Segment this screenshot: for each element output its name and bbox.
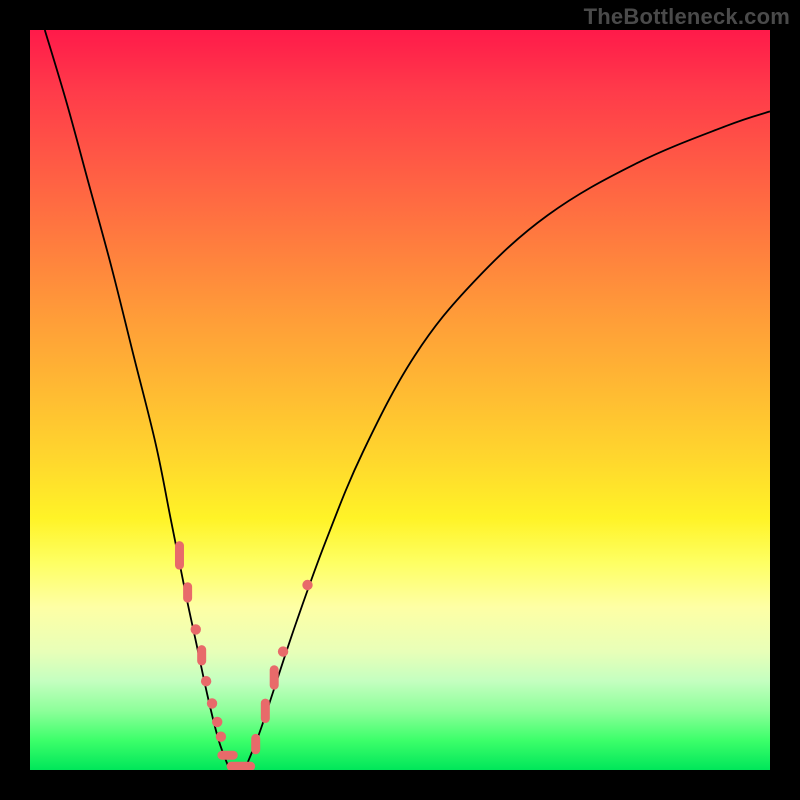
marker-pill bbox=[197, 645, 206, 665]
marker-pill bbox=[227, 762, 255, 770]
chart-svg bbox=[30, 30, 770, 770]
marker-pill bbox=[183, 582, 192, 602]
chart-frame: TheBottleneck.com bbox=[0, 0, 800, 800]
marker-pill bbox=[270, 665, 279, 689]
plot-area bbox=[30, 30, 770, 770]
curve-right_branch bbox=[245, 111, 770, 770]
marker-dot bbox=[207, 698, 217, 708]
curve-layer bbox=[45, 30, 770, 770]
marker-dot bbox=[216, 732, 226, 742]
marker-pill bbox=[251, 734, 260, 754]
marker-pill bbox=[175, 541, 184, 569]
marker-dot bbox=[302, 580, 312, 590]
marker-dot bbox=[191, 624, 201, 634]
marker-pill bbox=[261, 699, 270, 723]
marker-dot bbox=[278, 646, 288, 656]
marker-layer bbox=[175, 541, 313, 770]
marker-dot bbox=[201, 676, 211, 686]
marker-dot bbox=[212, 717, 222, 727]
watermark-text: TheBottleneck.com bbox=[584, 4, 790, 30]
marker-pill bbox=[217, 751, 237, 760]
